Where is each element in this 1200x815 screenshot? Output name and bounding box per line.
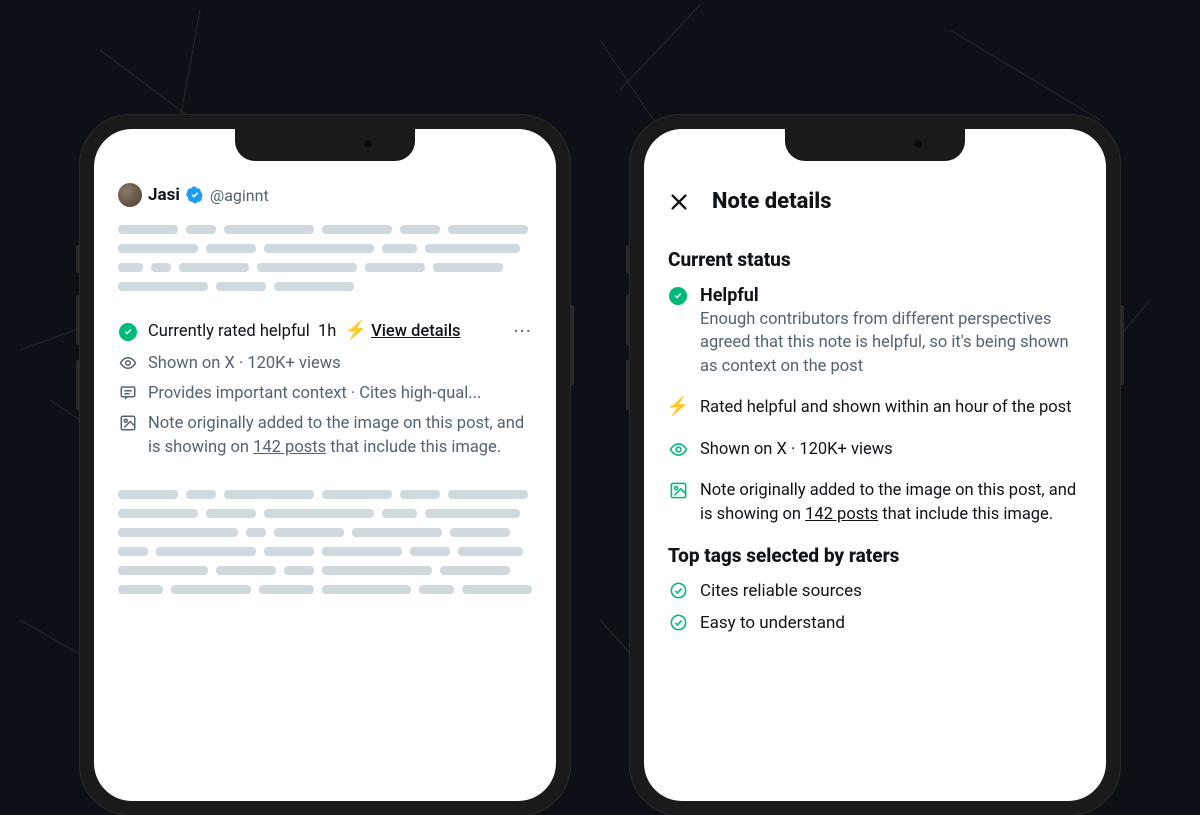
bolt-icon: ⚡ [345,320,367,341]
posts-link[interactable]: 142 posts [805,505,878,524]
status-label: Helpful [700,285,1082,306]
note-status-label: Currently rated helpful [148,322,310,341]
author-name[interactable]: Jasi [148,185,180,205]
note-origin-posts-link[interactable]: 142 posts [253,438,326,457]
note-tags-row: Provides important context · Cites high-… [118,382,532,406]
image-icon [119,414,137,432]
status-item-bolt: ⚡ Rated helpful and shown within an hour… [668,396,1082,419]
close-icon [668,191,690,213]
check-badge-icon [669,287,687,305]
details-header: Note details [668,189,1082,214]
eye-icon [119,354,137,372]
tag-label: Easy to understand [700,613,845,633]
tag-row: Cites reliable sources [668,581,1082,601]
note-origin-row: Note originally added to the image on th… [118,412,532,460]
image-icon [669,481,688,500]
verified-badge-icon [186,186,204,204]
note-tags-text: Provides important context · Cites high-… [148,382,532,406]
section-title-tags: Top tags selected by raters [668,544,1082,567]
status-item-image: Note originally added to the image on th… [668,479,1082,526]
status-desc: Note originally added to the image on th… [700,479,1082,526]
phone-left: Jasi @aginnt [80,115,570,815]
section-title-status: Current status [668,248,1082,271]
community-note-card: Currently rated helpful 1h ⚡ View detail… [118,317,532,460]
status-desc: Shown on X · 120K+ views [700,438,1082,461]
bolt-icon: ⚡ [667,398,689,416]
post-body-placeholder-2 [118,490,532,594]
close-button[interactable] [668,191,690,213]
status-desc: Rated helpful and shown within an hour o… [700,396,1082,419]
check-circle-icon [669,581,688,600]
note-status-row: Currently rated helpful 1h ⚡ View detail… [118,317,532,346]
message-icon [119,384,137,402]
tag-row: Easy to understand [668,613,1082,633]
avatar[interactable] [118,183,142,207]
status-desc: Enough contributors from different persp… [700,308,1082,378]
view-details-link[interactable]: View details [371,322,460,341]
author-handle[interactable]: @aginnt [210,186,269,205]
more-menu-button[interactable]: ··· [513,317,532,346]
note-shown-text: Shown on X · 120K+ views [148,352,532,376]
check-circle-icon [669,613,688,632]
status-item-shown: Shown on X · 120K+ views [668,438,1082,461]
post-header: Jasi @aginnt [118,183,532,207]
note-shown-row: Shown on X · 120K+ views [118,352,532,376]
tag-label: Cites reliable sources [700,581,862,601]
phone-right: Note details Current status Helpful Enou… [630,115,1120,815]
status-item-helpful: Helpful Enough contributors from differe… [668,285,1082,378]
note-origin-suffix: that include this image. [326,438,501,457]
page-title: Note details [712,189,832,214]
post-body-placeholder [118,225,532,291]
eye-icon [669,440,688,459]
note-status-time: 1h [318,322,336,341]
check-badge-icon [119,323,137,341]
